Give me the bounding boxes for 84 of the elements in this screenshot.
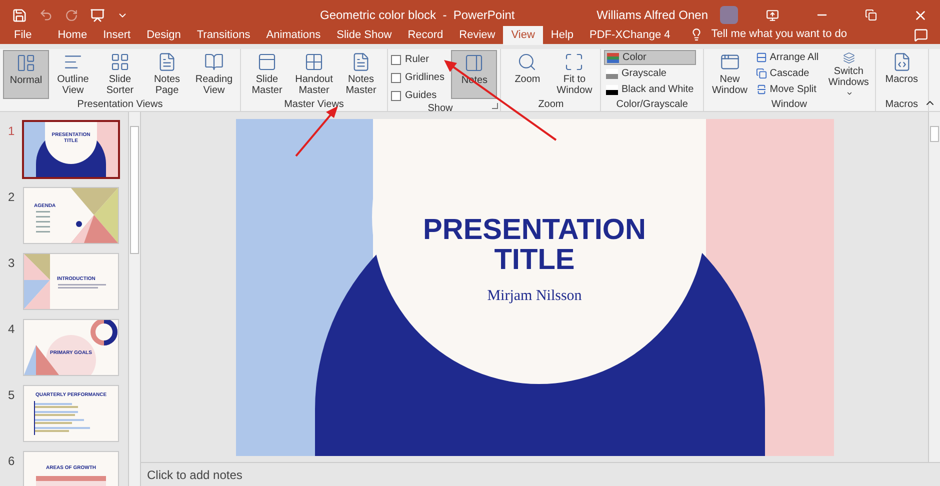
slide-number: 6 — [8, 453, 16, 470]
ribbon-button[interactable]: Slide Sorter — [97, 50, 143, 99]
dialog-launcher-icon[interactable] — [492, 103, 498, 109]
ribbon-button[interactable]: Notes Master — [338, 50, 384, 99]
window-arrange-icon — [756, 84, 767, 95]
ribbon-button[interactable]: Fit to Window — [551, 50, 598, 99]
slide-scrollbar[interactable] — [928, 112, 940, 462]
ribbon-tab[interactable]: Help — [542, 26, 582, 45]
tell-me-field[interactable]: Tell me what you want to do — [711, 26, 847, 42]
slide-title: PRESENTATION TITLE — [422, 215, 647, 275]
ribbon-tab[interactable]: Insert — [95, 26, 139, 45]
ribbon-tab[interactable]: PDF-XChange 4 — [582, 26, 678, 45]
color-swatch-icon — [606, 84, 618, 94]
book-icon — [204, 52, 224, 72]
group-label: Zoom — [538, 99, 564, 111]
ribbon-tab[interactable]: View — [503, 26, 543, 45]
show-checkbox[interactable]: Gridlines — [391, 70, 444, 85]
color-swatch-icon — [606, 68, 618, 78]
thumbnail-scrollbar[interactable] — [128, 112, 140, 486]
slide-number: 5 — [8, 387, 16, 404]
checkbox[interactable] — [391, 72, 401, 82]
ribbon-button[interactable]: Handout Master — [291, 50, 337, 99]
ribbon-small-button[interactable]: Move Split — [754, 82, 821, 97]
comments-icon[interactable] — [914, 28, 928, 42]
user-name[interactable]: Williams Alfred Onen — [596, 6, 708, 24]
window-arrange-icon — [756, 52, 767, 63]
ribbon-small-button[interactable]: Cascade — [754, 66, 821, 81]
show-checkbox[interactable]: Guides — [391, 88, 444, 103]
ribbon-button[interactable]: Normal — [3, 50, 49, 99]
ribbon-button[interactable]: Outline View — [50, 50, 96, 99]
page-icon — [157, 52, 177, 72]
ribbon-tab[interactable]: Review — [451, 26, 504, 45]
ribbon-small-button[interactable]: Arrange All — [754, 50, 821, 65]
ribbon-small-button[interactable]: Grayscale — [604, 66, 696, 81]
window-title: Geometric color block - PowerPoint — [320, 7, 515, 24]
ribbon-button[interactable]: Zoom — [504, 50, 550, 99]
group-label: Macros — [885, 99, 918, 111]
ribbon-button[interactable]: Reading View — [191, 50, 237, 99]
fit-icon — [564, 52, 584, 72]
group-label: Presentation Views — [77, 99, 163, 111]
ribbon-button[interactable]: Slide Master — [244, 50, 290, 99]
ribbon-button[interactable]: Macros — [878, 50, 925, 99]
zoom-icon — [517, 52, 538, 72]
group-label: Master Views — [284, 99, 344, 111]
normal-view-icon — [16, 53, 36, 73]
slide-number: 3 — [8, 255, 16, 272]
lightbulb-icon — [690, 28, 704, 41]
restore-icon[interactable] — [865, 9, 877, 21]
ribbon-tab[interactable]: File — [6, 26, 40, 45]
page-icon — [351, 52, 371, 72]
group-label: Show — [428, 103, 453, 115]
ribbon-button[interactable]: New Window — [706, 50, 753, 99]
group-label: Color/Grayscale — [616, 99, 688, 111]
show-checkbox[interactable]: Ruler — [391, 52, 444, 67]
ribbon-tab[interactable]: Slide Show — [328, 26, 400, 45]
window-arrange-icon — [756, 68, 767, 79]
ribbon-button[interactable]: Switch Windows — [826, 50, 872, 99]
annotation-arrow — [295, 106, 338, 157]
ribbon-tab[interactable]: Transitions — [188, 26, 258, 45]
ribbon-small-button[interactable]: Color — [604, 50, 696, 65]
save-icon[interactable] — [12, 8, 27, 22]
group-label: Window — [771, 99, 807, 111]
ribbon-tab[interactable]: Record — [400, 26, 452, 45]
notes-pane[interactable]: Click to add notes — [141, 462, 940, 486]
grid-icon — [110, 52, 130, 72]
slide-number: 1 — [8, 123, 16, 140]
checkbox[interactable] — [391, 54, 401, 64]
ribbon-tab[interactable]: Design — [138, 26, 189, 45]
present-icon[interactable] — [90, 8, 105, 22]
ribbon-button[interactable]: Notes Page — [144, 50, 190, 99]
slide-number: 4 — [8, 321, 16, 338]
grid-icon — [304, 52, 324, 72]
panel-icon — [464, 53, 484, 73]
slide-layout-icon — [257, 52, 277, 72]
slide-subtitle: Mirjam Nilsson — [487, 287, 582, 306]
color-swatch-icon — [607, 52, 620, 62]
slide-number: 2 — [8, 189, 16, 206]
window-icon — [720, 52, 740, 72]
checkbox[interactable] — [391, 90, 401, 100]
ribbon-tab[interactable]: Home — [50, 26, 96, 45]
ribbon-small-button[interactable]: Black and White — [604, 82, 696, 97]
ribbon-display-icon[interactable] — [766, 8, 779, 22]
notes-placeholder: Click to add notes — [147, 466, 242, 484]
ribbon-tab[interactable]: Animations — [258, 26, 329, 45]
